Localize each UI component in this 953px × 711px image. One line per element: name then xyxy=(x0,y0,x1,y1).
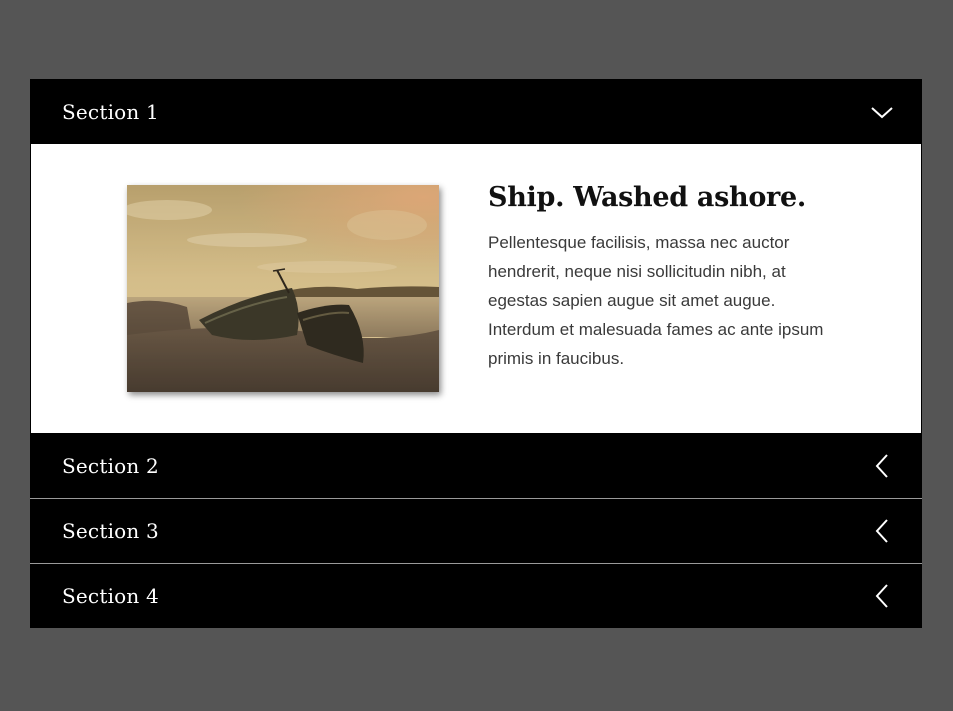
section-1-title: Section 1 xyxy=(62,99,159,124)
panel-body: Pellentesque facilisis, massa nec auctor… xyxy=(488,233,824,369)
chevron-left-icon[interactable] xyxy=(870,584,894,608)
section-4-header[interactable]: Section 4 xyxy=(30,563,922,628)
accordion: Section 1 Ship. Washed ashore. Pellentes… xyxy=(30,79,922,628)
section-4-title: Section 4 xyxy=(62,584,159,608)
chevron-down-icon[interactable] xyxy=(870,100,894,124)
section-3-title: Section 3 xyxy=(62,519,159,543)
section-1-panel: Ship. Washed ashore. Pellentesque facili… xyxy=(30,144,922,433)
section-2-header[interactable]: Section 2 xyxy=(30,433,922,498)
chevron-left-icon[interactable] xyxy=(870,519,894,543)
section-3-header[interactable]: Section 3 xyxy=(30,498,922,563)
section-2-title: Section 2 xyxy=(62,453,159,478)
panel-text: Ship. Washed ashore. Pellentesque facili… xyxy=(488,182,838,373)
panel-heading: Ship. Washed ashore. xyxy=(488,182,806,213)
section-1-header[interactable]: Section 1 xyxy=(30,79,922,144)
shipwreck-photo xyxy=(127,185,439,392)
chevron-left-icon[interactable] xyxy=(870,453,894,478)
